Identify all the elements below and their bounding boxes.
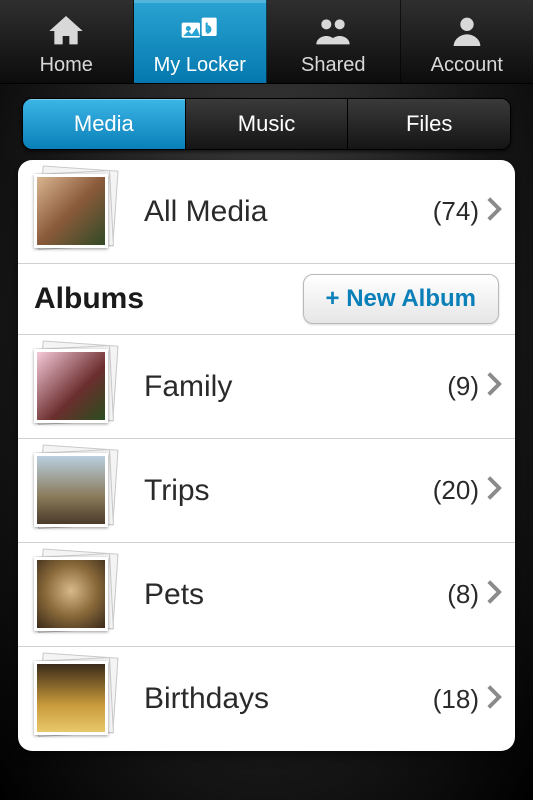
media-tabs: Media Music Files (22, 98, 511, 150)
album-label: Birthdays (144, 682, 433, 716)
all-media-row[interactable]: All Media (74) (18, 160, 515, 264)
album-count: (8) (447, 579, 479, 610)
album-row-pets[interactable]: Pets (8) (18, 543, 515, 647)
chevron-right-icon (485, 371, 503, 402)
home-icon (46, 10, 86, 52)
chevron-right-icon (485, 475, 503, 506)
nav-account[interactable]: Account (401, 0, 533, 83)
tab-media[interactable]: Media (23, 99, 186, 149)
album-label: Family (144, 370, 447, 404)
album-count: (18) (433, 684, 479, 715)
tab-music[interactable]: Music (186, 99, 349, 149)
nav-shared[interactable]: Shared (267, 0, 401, 83)
nav-my-locker[interactable]: My Locker (134, 0, 268, 83)
album-count: (20) (433, 475, 479, 506)
album-count: (9) (447, 371, 479, 402)
album-row-birthdays[interactable]: Birthdays (18) (18, 647, 515, 751)
album-thumb (34, 349, 110, 425)
tab-files[interactable]: Files (348, 99, 510, 149)
top-nav: Home My Locker Shared Account (0, 0, 533, 84)
album-thumb (34, 557, 110, 633)
all-media-count: (74) (433, 196, 479, 227)
chevron-right-icon (485, 684, 503, 715)
all-media-label: All Media (144, 195, 433, 229)
albums-title: Albums (34, 282, 144, 316)
content-panel: All Media (74) Albums + New Album Family… (18, 160, 515, 751)
account-icon (447, 10, 487, 52)
new-album-button[interactable]: + New Album (303, 274, 499, 324)
chevron-right-icon (485, 579, 503, 610)
nav-label: Home (40, 54, 93, 77)
tabs-container: Media Music Files (0, 84, 533, 160)
album-label: Trips (144, 474, 433, 508)
album-thumb (34, 453, 110, 529)
album-row-trips[interactable]: Trips (20) (18, 439, 515, 543)
album-row-family[interactable]: Family (9) (18, 335, 515, 439)
chevron-right-icon (485, 196, 503, 227)
nav-home[interactable]: Home (0, 0, 134, 83)
nav-label: Account (431, 54, 503, 77)
albums-header: Albums + New Album (18, 264, 515, 335)
nav-label: My Locker (154, 54, 246, 77)
album-label: Pets (144, 578, 447, 612)
all-media-thumb (34, 174, 110, 250)
shared-icon (313, 10, 353, 52)
album-thumb (34, 661, 110, 737)
nav-label: Shared (301, 54, 366, 77)
locker-icon (180, 10, 220, 52)
